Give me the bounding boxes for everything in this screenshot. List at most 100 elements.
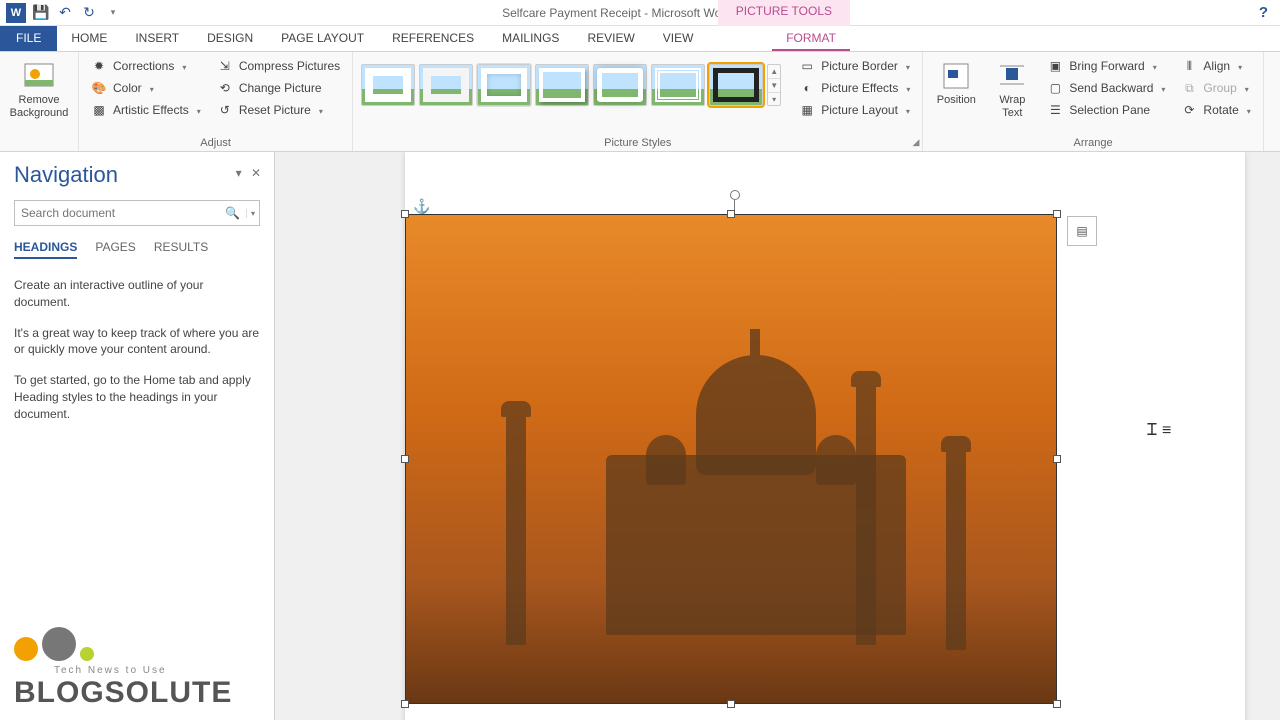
style-thumb-5[interactable] <box>593 64 647 106</box>
style-thumb-1[interactable] <box>361 64 415 106</box>
redo-icon[interactable]: ↻ <box>80 4 98 22</box>
artistic-effects-button[interactable]: ▩Artistic Effects <box>87 100 205 120</box>
rotate-button[interactable]: ⟳Rotate <box>1177 100 1254 120</box>
style-thumb-4[interactable] <box>535 64 589 106</box>
group-picture-styles-label: Picture Styles <box>361 137 914 151</box>
quick-access-toolbar: W 💾 ↶ ↻ ▾ <box>6 3 122 23</box>
search-icon[interactable]: 🔍 <box>219 206 246 220</box>
nav-dropdown-icon[interactable]: ▾ <box>233 166 245 180</box>
nav-close-icon[interactable]: ✕ <box>248 166 264 180</box>
tab-page-layout[interactable]: PAGE LAYOUT <box>267 26 378 51</box>
handle-bl[interactable] <box>401 700 409 708</box>
change-picture-button[interactable]: ⟲Change Picture <box>213 78 344 98</box>
handle-br[interactable] <box>1053 700 1061 708</box>
change-picture-icon: ⟲ <box>217 80 233 96</box>
rotation-handle[interactable] <box>730 190 740 200</box>
group-arrange-label: Arrange <box>931 137 1254 151</box>
bring-forward-button[interactable]: ▣Bring Forward <box>1043 56 1169 76</box>
handle-bm[interactable] <box>727 700 735 708</box>
group-adjust-label: Adjust <box>87 137 344 151</box>
tab-design[interactable]: DESIGN <box>193 26 267 51</box>
wrap-text-button[interactable]: Wrap Text <box>989 56 1035 123</box>
save-icon[interactable]: 💾 <box>32 4 50 22</box>
tab-file[interactable]: FILE <box>0 26 57 51</box>
picture-layout-button[interactable]: ▦Picture Layout <box>795 100 914 120</box>
search-box: 🔍 ▾ <box>14 200 260 226</box>
handle-ml[interactable] <box>401 455 409 463</box>
tab-insert[interactable]: INSERT <box>121 26 193 51</box>
search-dropdown-icon[interactable]: ▾ <box>246 209 259 218</box>
handle-tl[interactable] <box>401 210 409 218</box>
undo-icon[interactable]: ↶ <box>56 4 74 22</box>
handle-mr[interactable] <box>1053 455 1061 463</box>
gallery-scroll: ▲ ▼ ▾ <box>767 64 781 106</box>
navigation-subtabs: HEADINGS PAGES RESULTS <box>14 240 260 259</box>
style-thumb-3[interactable] <box>477 64 531 106</box>
selection-pane-button[interactable]: ☰Selection Pane <box>1043 100 1169 120</box>
group-remove-background: Remove Background <box>0 52 79 151</box>
nav-tab-results[interactable]: RESULTS <box>154 240 208 259</box>
context-tab-picture-tools: PICTURE TOOLS <box>718 0 850 26</box>
color-button[interactable]: 🎨Color <box>87 78 205 98</box>
gallery-more-icon[interactable]: ▾ <box>768 93 780 106</box>
tab-references[interactable]: REFERENCES <box>378 26 488 51</box>
nav-tab-headings[interactable]: HEADINGS <box>14 240 77 259</box>
tab-home[interactable]: HOME <box>57 26 121 51</box>
picture-effects-button[interactable]: ◐Picture Effects <box>795 78 914 98</box>
group-size-label: Size <box>1272 137 1280 151</box>
reset-picture-button[interactable]: ↺Reset Picture <box>213 100 344 120</box>
compress-icon: ⇲ <box>217 58 233 74</box>
document-area[interactable]: ⚓ ▤ Ꮖ ≡ <box>275 152 1280 720</box>
crop-button[interactable]: Crop <box>1272 56 1280 111</box>
selected-picture[interactable] <box>405 214 1057 704</box>
wrap-text-icon <box>996 60 1028 92</box>
tab-mailings[interactable]: MAILINGS <box>488 26 573 51</box>
anchor-icon[interactable]: ⚓ <box>413 198 430 215</box>
tab-view[interactable]: VIEW <box>649 26 708 51</box>
style-thumb-2[interactable] <box>419 64 473 106</box>
qat-customize-icon[interactable]: ▾ <box>104 4 122 22</box>
text-cursor: Ꮖ ≡ <box>1147 422 1171 440</box>
style-thumb-6[interactable] <box>651 64 705 106</box>
group-icon: ⧉ <box>1181 80 1197 96</box>
border-icon: ▭ <box>799 58 815 74</box>
gallery-up-icon[interactable]: ▲ <box>768 65 780 79</box>
workspace: Navigation ▾ ✕ 🔍 ▾ HEADINGS PAGES RESULT… <box>0 152 1280 720</box>
align-button[interactable]: ⫴Align <box>1177 56 1254 76</box>
picture-styles-launcher-icon[interactable]: ◢ <box>912 137 919 148</box>
send-backward-button[interactable]: ▢Send Backward <box>1043 78 1169 98</box>
nav-hint-1: Create an interactive outline of your do… <box>14 277 260 311</box>
compress-pictures-button[interactable]: ⇲Compress Pictures <box>213 56 344 76</box>
nav-hint-2: It's a great way to keep track of where … <box>14 325 260 359</box>
picture-content <box>406 215 1056 703</box>
align-icon: ⫴ <box>1181 58 1197 74</box>
watermark-logo: Tech News to Use BLOGSOLUTE <box>14 627 232 710</box>
tab-review[interactable]: REVIEW <box>573 26 648 51</box>
artistic-effects-icon: ▩ <box>91 102 107 118</box>
handle-tr[interactable] <box>1053 210 1061 218</box>
navigation-title: Navigation <box>14 162 260 188</box>
corrections-button[interactable]: ✹Corrections <box>87 56 205 76</box>
group-size: Crop ↕ ↔ Size ◢ <box>1264 52 1280 151</box>
picture-border-button[interactable]: ▭Picture Border <box>795 56 914 76</box>
search-input[interactable] <box>15 206 219 220</box>
navigation-pane: Navigation ▾ ✕ 🔍 ▾ HEADINGS PAGES RESULT… <box>0 152 275 720</box>
group-button[interactable]: ⧉Group <box>1177 78 1254 98</box>
remove-background-icon <box>23 60 55 92</box>
remove-background-button[interactable]: Remove Background <box>8 56 70 123</box>
gallery-down-icon[interactable]: ▼ <box>768 79 780 93</box>
handle-tm[interactable] <box>727 210 735 218</box>
picture-styles-gallery: ▲ ▼ ▾ <box>361 56 781 106</box>
style-thumb-7-selected[interactable] <box>709 64 763 106</box>
group-adjust: ✹Corrections 🎨Color ▩Artistic Effects ⇲C… <box>79 52 353 151</box>
nav-tab-pages[interactable]: PAGES <box>95 240 135 259</box>
help-icon[interactable]: ? <box>1253 4 1274 21</box>
word-app-icon[interactable]: W <box>6 3 26 23</box>
layout-options-icon: ▤ <box>1076 224 1087 238</box>
bring-forward-icon: ▣ <box>1047 58 1063 74</box>
tab-format[interactable]: FORMAT <box>772 26 850 51</box>
ribbon-tabs: FILE HOME INSERT DESIGN PAGE LAYOUT REFE… <box>0 26 1280 52</box>
layout-options-button[interactable]: ▤ <box>1067 216 1097 246</box>
position-button[interactable]: Position <box>931 56 981 111</box>
group-arrange: Position Wrap Text ▣Bring Forward ▢Send … <box>923 52 1263 151</box>
